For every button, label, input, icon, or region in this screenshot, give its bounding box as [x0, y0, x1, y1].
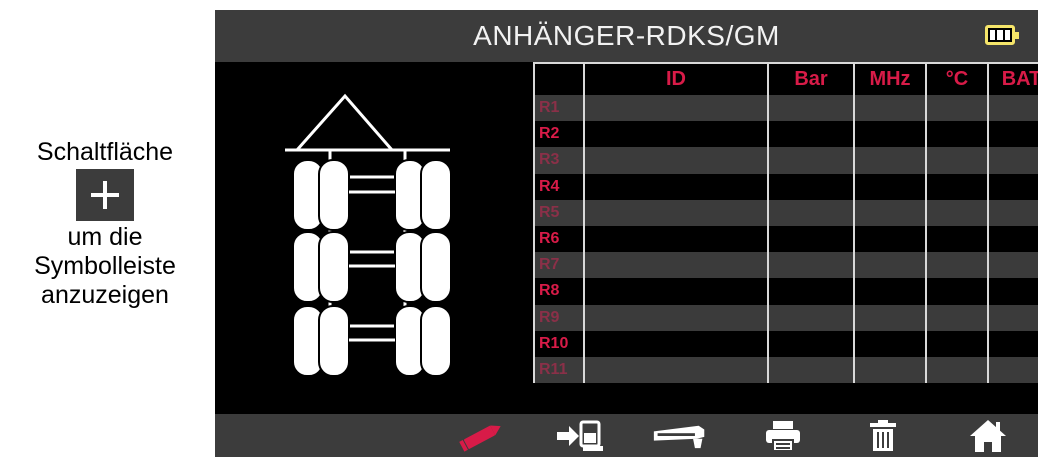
transfer-icon[interactable] — [553, 418, 609, 454]
table-row[interactable]: R7 — [533, 252, 1038, 279]
trailer-diagram-icon — [285, 93, 452, 377]
row-label: R9 — [533, 304, 584, 331]
table-row[interactable]: R3 — [533, 147, 1038, 174]
table-row[interactable]: R8 — [533, 278, 1038, 305]
table-row[interactable]: R2 — [533, 121, 1038, 148]
bottom-toolbar — [215, 414, 1038, 457]
annotation-line-2: um die — [67, 223, 143, 251]
row-label: R7 — [533, 252, 584, 279]
table-row[interactable]: R4 — [533, 173, 1038, 200]
table-row[interactable]: R5 — [533, 199, 1038, 226]
trailer-axle-diagram — [215, 62, 530, 414]
device-screen: ANHÄNGER-RDKS/GM ID Bar MHz °C BAT R1 R2… — [215, 10, 1038, 457]
table-header-row: ID Bar MHz °C BAT — [533, 62, 1038, 95]
col-header-mhz: MHz — [853, 62, 926, 95]
col-header-bar: Bar — [767, 62, 854, 95]
screen-title: ANHÄNGER-RDKS/GM — [473, 20, 780, 51]
row-label: R4 — [533, 173, 584, 200]
col-header-id: ID — [583, 62, 768, 95]
trash-icon[interactable] — [855, 418, 911, 454]
annotation-line-3: Symbolleiste — [34, 252, 176, 280]
plus-icon — [91, 181, 119, 209]
battery-icon — [985, 25, 1019, 45]
row-label: R8 — [533, 278, 584, 305]
home-icon[interactable] — [960, 418, 1016, 454]
tpms-tool-icon[interactable] — [652, 418, 708, 454]
row-label: R3 — [533, 147, 584, 174]
annotation-callout: Schaltfläche um die Symbolleiste anzuzei… — [0, 138, 210, 310]
title-bar: ANHÄNGER-RDKS/GM — [215, 10, 1038, 62]
table-row[interactable]: R10 — [533, 330, 1038, 357]
col-header-position — [533, 62, 584, 95]
sensor-table: ID Bar MHz °C BAT R1 R2 R3 R4 R5 R6 R7 R… — [533, 62, 1038, 384]
col-header-temp: °C — [925, 62, 988, 95]
show-toolbar-button[interactable] — [76, 169, 134, 221]
row-label: R6 — [533, 225, 584, 253]
row-label: R11 — [533, 356, 584, 384]
pencil-icon[interactable] — [453, 418, 509, 454]
row-label: R5 — [533, 199, 584, 226]
table-row[interactable]: R9 — [533, 304, 1038, 331]
table-row[interactable]: R11 — [533, 356, 1038, 384]
table-row[interactable]: R6 — [533, 225, 1038, 253]
col-header-bat: BAT — [987, 62, 1038, 95]
annotation-line-1: Schaltfläche — [36, 138, 174, 166]
row-label: R10 — [533, 330, 584, 357]
table-row[interactable]: R1 — [533, 95, 1038, 122]
annotation-line-4: anzuzeigen — [41, 281, 169, 309]
printer-icon[interactable] — [755, 418, 811, 454]
row-label: R2 — [533, 121, 584, 148]
row-label: R1 — [533, 95, 584, 122]
